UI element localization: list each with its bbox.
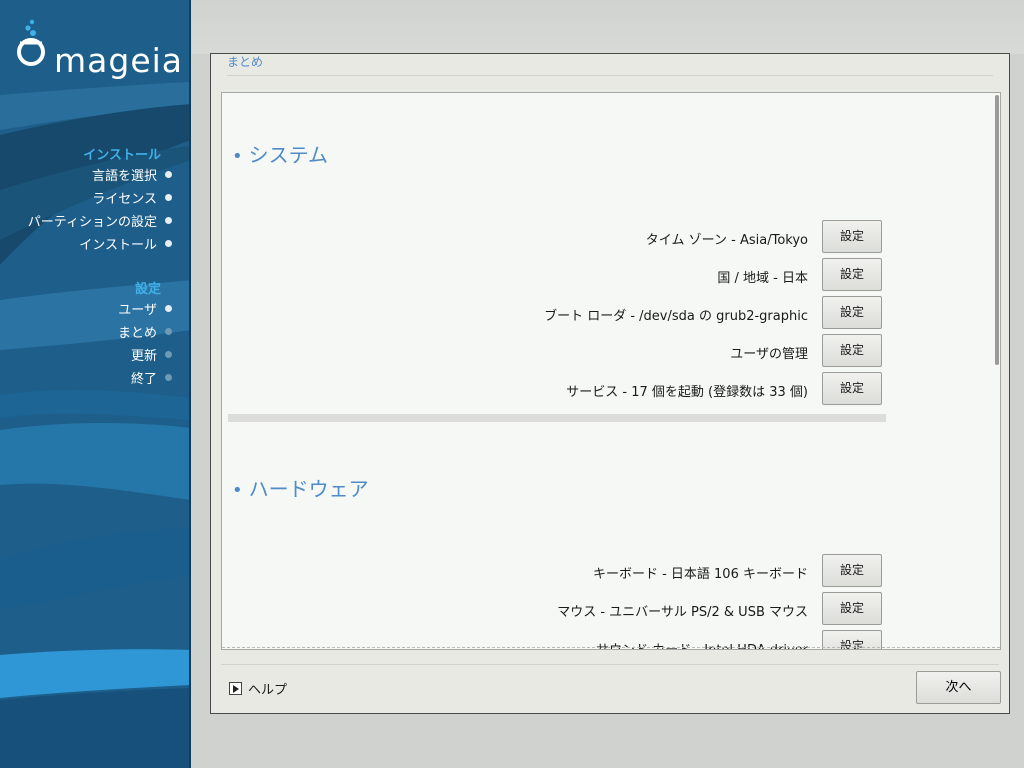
step-label: ユーザ (118, 303, 157, 318)
step-item: 終了 (0, 366, 172, 389)
step-item: ライセンス (0, 186, 172, 209)
section-title-hardware: • ハードウェア (232, 477, 369, 503)
item-label: タイム ゾーン - Asia/Tokyo (645, 233, 808, 248)
summary-panel[interactable]: • システム タイム ゾーン - Asia/Tokyo 設定 国 / 地域 - 日… (221, 92, 1001, 650)
step-label: 言語を選択 (91, 169, 157, 184)
vertical-scrollbar[interactable] (995, 95, 999, 365)
title-divider (227, 75, 993, 76)
configure-bootloader-button[interactable]: 設定 (822, 296, 882, 329)
step-done-indicator (165, 194, 172, 201)
item-label: マウス - ユニバーサル PS/2 & USB マウス (557, 605, 808, 620)
section-title-text: ハードウェア (248, 477, 369, 501)
configure-country-button[interactable]: 設定 (822, 258, 882, 291)
summary-dialog: まとめ • システム タイム ゾーン - Asia/Tokyo 設定 国 / 地域… (210, 53, 1010, 714)
step-label: ライセンス (92, 192, 157, 207)
step-item: 更新 (0, 343, 172, 366)
step-item: まとめ (0, 320, 172, 343)
step-label: パーティションの設定 (27, 215, 157, 230)
step-item: 言語を選択 (0, 163, 172, 186)
help-label: ヘルプ (248, 683, 288, 698)
step-label: 更新 (130, 349, 157, 364)
install-steps: インストール 言語を選択 ライセンス パーティションの設定 インストール 設定 … (0, 144, 172, 389)
expander-arrow-icon (229, 682, 242, 695)
bullet-icon: • (232, 146, 243, 167)
item-label: サウンド カード - Intel HDA driver (596, 639, 808, 649)
bullet-icon: • (232, 480, 243, 501)
step-item: ユーザ (0, 297, 172, 320)
step-group-title: インストール (83, 148, 161, 163)
sidebar-edge (189, 0, 191, 768)
sidebar: mageia インストール 言語を選択 ライセンス パーティションの設定 インス… (0, 0, 191, 768)
next-button[interactable]: 次へ (916, 671, 1001, 704)
configure-keyboard-button[interactable]: 設定 (822, 554, 882, 587)
step-done-indicator (165, 217, 172, 224)
step-done-indicator (165, 305, 172, 312)
summary-item-country: 国 / 地域 - 日本 設定 (222, 258, 882, 292)
item-label: ブート ローダ - /dev/sda の grub2-graphic (544, 309, 808, 324)
summary-item-bootloader: ブート ローダ - /dev/sda の grub2-graphic 設定 (222, 296, 882, 330)
configure-timezone-button[interactable]: 設定 (822, 220, 882, 253)
scroll-boundary (222, 647, 1000, 648)
item-label: キーボード - 日本語 106 キーボード (592, 567, 808, 582)
item-label: サービス - 17 個を起動 (登録数は 33 個) (566, 385, 808, 400)
step-done-indicator (165, 240, 172, 247)
brand-name: mageia (54, 41, 184, 80)
item-label: ユーザの管理 (730, 347, 808, 362)
summary-item-timezone: タイム ゾーン - Asia/Tokyo 設定 (222, 220, 882, 254)
section-title-system: • システム (232, 143, 328, 169)
mageia-cauldron-icon (17, 19, 45, 66)
configure-services-button[interactable]: 設定 (822, 372, 882, 405)
summary-item-services: サービス - 17 個を起動 (登録数は 33 個) 設定 (222, 372, 882, 406)
step-pending-indicator (165, 351, 172, 358)
step-label: インストール (79, 238, 157, 253)
summary-item-keyboard: キーボード - 日本語 106 キーボード 設定 (222, 554, 882, 588)
dialog-title: まとめ (227, 55, 264, 69)
summary-item-mouse: マウス - ユニバーサル PS/2 & USB マウス 設定 (222, 592, 882, 626)
item-label: 国 / 地域 - 日本 (717, 271, 808, 286)
step-label: 終了 (130, 372, 157, 387)
configure-users-button[interactable]: 設定 (822, 334, 882, 367)
step-done-indicator (165, 171, 172, 178)
step-label: まとめ (117, 326, 157, 341)
desktop-background (192, 0, 1024, 54)
mageia-logo: mageia (14, 16, 184, 77)
step-group-title: 設定 (134, 282, 161, 297)
step-item: インストール (0, 232, 172, 255)
configure-mouse-button[interactable]: 設定 (822, 592, 882, 625)
step-pending-indicator (165, 374, 172, 381)
step-pending-indicator (165, 328, 172, 335)
step-item: パーティションの設定 (0, 209, 172, 232)
footer-divider (221, 664, 999, 665)
section-separator (228, 414, 886, 422)
help-button[interactable]: ヘルプ (229, 679, 287, 698)
summary-item-user-management: ユーザの管理 設定 (222, 334, 882, 368)
section-title-text: システム (248, 143, 329, 167)
